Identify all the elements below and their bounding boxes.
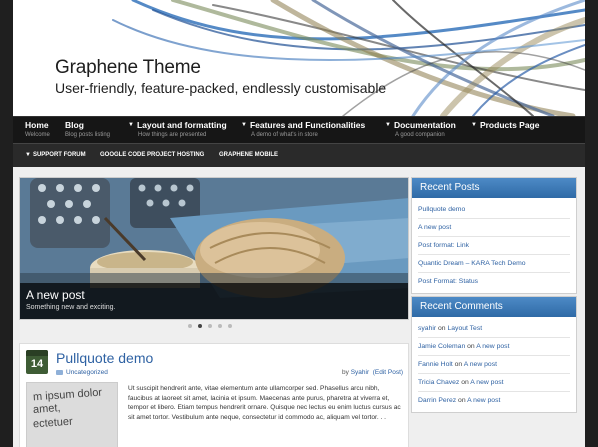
nav-item-graphene-mobile[interactable]: GRAPHENE MOBILE <box>219 152 278 158</box>
slider-dot-active[interactable] <box>198 324 202 328</box>
post-category-label: Uncategorized <box>66 369 108 376</box>
nav-item-support-forum[interactable]: ▼ SUPPORT FORUM <box>25 152 86 158</box>
byline-prefix: by <box>342 369 349 376</box>
nav-item-blog[interactable]: Blog Blog posts listing <box>65 120 110 138</box>
slider-dot[interactable] <box>218 324 222 328</box>
comment-item: Jamie Coleman on A new post <box>418 338 570 356</box>
folder-icon <box>56 370 63 375</box>
recent-posts-widget: Recent Posts Pullquote demo A new post P… <box>411 177 577 294</box>
comment-post-link[interactable]: A new post <box>476 343 509 350</box>
comment-item: Tricia Chavez on A new post <box>418 374 570 392</box>
nav-item-documentation[interactable]: ▼ Documentation A good companion <box>385 120 456 138</box>
post-excerpt: Ut suscipit hendrerit ante, vitae elemen… <box>128 385 401 421</box>
recent-post-link[interactable]: Post format: Link <box>418 237 570 255</box>
slider-pager <box>188 324 232 328</box>
thumb-text: amet, <box>32 402 61 416</box>
slide-subtitle: Something new and exciting. <box>26 304 116 311</box>
post-title[interactable]: Pullquote demo <box>56 350 153 366</box>
nav-sub: A demo of what's in store <box>251 132 318 138</box>
comment-post-link[interactable]: Layout Test <box>447 325 482 332</box>
chevron-down-icon: ▼ <box>25 152 31 158</box>
recent-posts-list: Pullquote demo A new post Post format: L… <box>412 198 576 293</box>
nav-label: GRAPHENE MOBILE <box>219 152 279 158</box>
nav-sub: Blog posts listing <box>65 132 111 138</box>
comment-item: Darrin Perez on A new post <box>418 392 570 409</box>
nav-sub: How things are presented <box>138 132 207 138</box>
thumb-text: ectetuer <box>32 415 74 431</box>
widget-title: Recent Posts <box>412 178 576 198</box>
slider-dot[interactable] <box>208 324 212 328</box>
on-word: on <box>467 343 475 350</box>
primary-nav: Home Welcome Blog Blog posts listing ▼ La… <box>13 116 585 143</box>
comment-author-link[interactable]: Darrin Perez <box>418 397 456 404</box>
slide-caption: A new post Something new and exciting. <box>20 283 408 319</box>
post-thumbnail[interactable]: m ipsum dolor amet, ectetuer <box>26 382 118 447</box>
recent-comments-list: syahir on Layout Test Jamie Coleman on A… <box>412 317 576 412</box>
comment-author-link[interactable]: Tricia Chavez <box>418 379 459 386</box>
comment-item: Fannie Holt on A new post <box>418 356 570 374</box>
chevron-down-icon: ▼ <box>128 122 134 128</box>
recent-comments-widget: Recent Comments syahir on Layout Test Ja… <box>411 296 577 413</box>
comment-post-link[interactable]: A new post <box>464 361 497 368</box>
nav-item-features[interactable]: ▼ Features and Functionalities A demo of … <box>241 120 365 138</box>
post-day: 14 <box>30 358 44 370</box>
comment-author-link[interactable]: Fannie Holt <box>418 361 453 368</box>
comment-item: syahir on Layout Test <box>418 320 570 338</box>
on-word: on <box>454 361 463 368</box>
nav-label: SUPPORT FORUM <box>32 152 86 158</box>
nav-sub: Welcome <box>25 132 50 138</box>
site-header: Graphene Theme User-friendly, feature-pa… <box>13 0 585 116</box>
secondary-nav: ▼ SUPPORT FORUM GOOGLE CODE PROJECT HOSTI… <box>13 143 585 167</box>
chevron-down-icon: ▼ <box>385 122 391 128</box>
slider-dot[interactable] <box>228 324 232 328</box>
recent-post-link[interactable]: Pullquote demo <box>418 201 570 219</box>
comment-post-link[interactable]: A new post <box>467 397 500 404</box>
comment-author-link[interactable]: Jamie Coleman <box>418 343 465 350</box>
nav-label: Layout and formatting <box>136 120 227 130</box>
chevron-down-icon: ▼ <box>471 122 477 128</box>
slide-title[interactable]: A new post <box>26 288 85 302</box>
post-entry: 14 Pullquote demo Uncategorized by Syahi… <box>19 343 409 447</box>
site-description: User-friendly, feature-packed, endlessly… <box>55 80 387 96</box>
nav-label: Documentation <box>393 120 456 130</box>
nav-item-google-code[interactable]: GOOGLE CODE PROJECT HOSTING <box>100 152 204 158</box>
thumb-text: m ipsum dolor <box>32 386 103 404</box>
recent-post-link[interactable]: Post Format: Status <box>418 273 570 290</box>
post-date-badge: 14 <box>26 350 48 374</box>
page: Graphene Theme User-friendly, feature-pa… <box>13 0 585 447</box>
widget-title: Recent Comments <box>412 297 576 317</box>
slider-dot[interactable] <box>188 324 192 328</box>
chevron-down-icon: ▼ <box>241 122 247 128</box>
on-word: on <box>438 325 446 332</box>
comment-author-link[interactable]: syahir <box>418 325 436 332</box>
comment-post-link[interactable]: A new post <box>470 379 503 386</box>
post-author-link[interactable]: Syahir <box>351 369 369 376</box>
nav-item-layout[interactable]: ▼ Layout and formatting How things are pr… <box>128 120 227 138</box>
post-byline: by Syahir (Edit Post) <box>342 369 403 376</box>
on-word: on <box>461 379 469 386</box>
nav-label: GOOGLE CODE PROJECT HOSTING <box>100 152 205 158</box>
nav-sub: A good companion <box>395 132 445 138</box>
site-title[interactable]: Graphene Theme <box>55 57 201 79</box>
on-word: on <box>458 397 466 404</box>
post-category[interactable]: Uncategorized <box>56 369 108 376</box>
recent-post-link[interactable]: A new post <box>418 219 570 237</box>
nav-label: Products Page <box>479 120 540 130</box>
nav-item-products[interactable]: ▼ Products Page <box>471 120 539 130</box>
nav-label: Home <box>25 120 49 130</box>
nav-label: Features and Functionalities <box>249 120 366 130</box>
recent-post-link[interactable]: Quantic Dream – KARA Tech Demo <box>418 255 570 273</box>
nav-label: Blog <box>65 120 84 130</box>
edit-post-link[interactable]: (Edit Post) <box>373 369 403 376</box>
featured-slider[interactable]: A new post Something new and exciting. <box>19 177 409 320</box>
nav-item-home[interactable]: Home Welcome <box>25 120 50 138</box>
